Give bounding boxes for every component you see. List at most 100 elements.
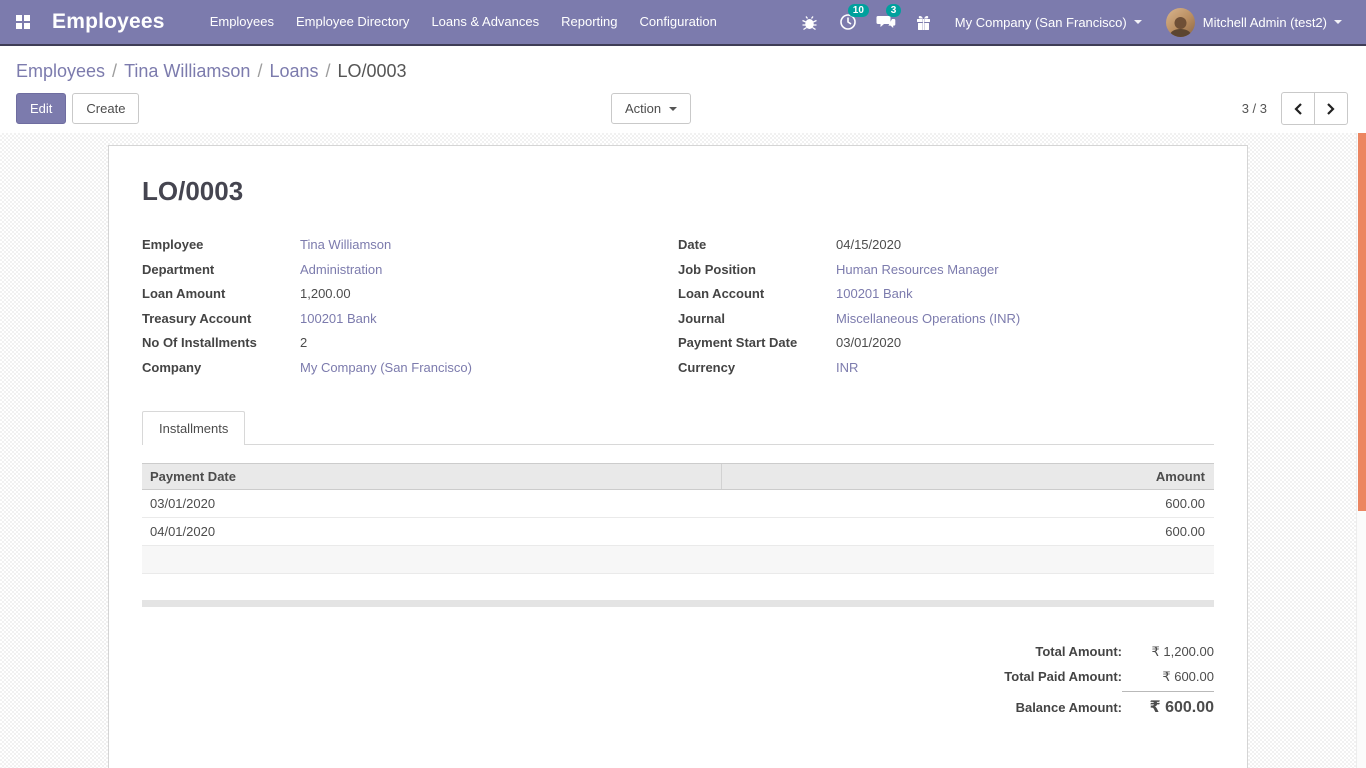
field-employee: Employee Tina Williamson xyxy=(142,233,678,258)
field-label: Date xyxy=(678,233,836,258)
user-menu[interactable]: Mitchell Admin (test2) xyxy=(1156,0,1352,44)
total-paid-amount-value: ₹ 600.00 xyxy=(1122,664,1214,689)
field-label: Department xyxy=(142,258,300,283)
field-treasury-account: Treasury Account 100201 Bank xyxy=(142,307,678,332)
balance-amount-row: Balance Amount: ₹ 600.00 xyxy=(1016,689,1214,720)
app-brand-title[interactable]: Employees xyxy=(52,10,165,34)
messages-count-badge: 3 xyxy=(886,4,902,17)
field-company: Company My Company (San Francisco) xyxy=(142,356,678,381)
company-switcher-label: My Company (San Francisco) xyxy=(955,15,1127,30)
field-journal: Journal Miscellaneous Operations (INR) xyxy=(678,307,1214,332)
breadcrumb-current: LO/0003 xyxy=(338,61,407,81)
table-spacer xyxy=(142,574,1214,600)
messages-chat-icon[interactable]: 3 xyxy=(869,5,903,39)
activities-count-badge: 10 xyxy=(848,4,869,17)
field-label: Loan Amount xyxy=(142,282,300,307)
form-view-background: LO/0003 Employee Tina Williamson Departm… xyxy=(0,133,1356,768)
field-label: No Of Installments xyxy=(142,331,300,356)
apps-grid-icon[interactable] xyxy=(8,7,38,37)
breadcrumb-separator: / xyxy=(105,61,124,81)
debug-bug-icon[interactable] xyxy=(793,5,827,39)
activities-clock-icon[interactable]: 10 xyxy=(831,5,865,39)
column-header-payment-date[interactable]: Payment Date xyxy=(142,464,722,489)
user-menu-label: Mitchell Admin (test2) xyxy=(1203,15,1327,30)
table-header-row: Payment Date Amount xyxy=(142,464,1214,490)
field-department: Department Administration xyxy=(142,258,678,283)
top-navbar: Employees Employees Employee Directory L… xyxy=(0,0,1366,46)
total-paid-amount-label: Total Paid Amount: xyxy=(1004,664,1122,689)
menu-reporting[interactable]: Reporting xyxy=(550,0,628,44)
main-menu: Employees Employee Directory Loans & Adv… xyxy=(199,0,728,44)
field-payment-start-date: Payment Start Date 03/01/2020 xyxy=(678,331,1214,356)
field-job-position: Job Position Human Resources Manager xyxy=(678,258,1214,283)
field-label: Journal xyxy=(678,307,836,332)
field-column-left: Employee Tina Williamson Department Admi… xyxy=(142,233,678,381)
total-amount-label: Total Amount: xyxy=(1035,639,1122,664)
gift-icon[interactable] xyxy=(907,5,941,39)
field-date: Date 04/15/2020 xyxy=(678,233,1214,258)
create-button[interactable]: Create xyxy=(72,93,139,124)
navbar-systray: 10 3 My Company (San Francisco) Mitchell… xyxy=(793,0,1352,44)
field-value-link[interactable]: INR xyxy=(836,356,858,381)
chevron-down-icon xyxy=(1134,20,1142,24)
breadcrumb-tina-williamson[interactable]: Tina Williamson xyxy=(124,61,250,81)
field-value-link[interactable]: 100201 Bank xyxy=(836,282,913,307)
breadcrumb-employees[interactable]: Employees xyxy=(16,61,105,81)
table-row[interactable]: 04/01/2020 600.00 xyxy=(142,518,1214,546)
field-value-link[interactable]: Administration xyxy=(300,258,382,283)
breadcrumb-separator: / xyxy=(250,61,269,81)
control-panel-buttons: Edit Create Action 3 / 3 xyxy=(16,92,1350,125)
chevron-down-icon xyxy=(669,107,677,111)
cell-amount: 600.00 xyxy=(722,490,1214,517)
edit-button[interactable]: Edit xyxy=(16,93,66,124)
field-loan-account: Loan Account 100201 Bank xyxy=(678,282,1214,307)
field-value: 04/15/2020 xyxy=(836,233,901,258)
breadcrumb-loans[interactable]: Loans xyxy=(269,61,318,81)
total-paid-amount-row: Total Paid Amount: ₹ 600.00 xyxy=(1004,664,1214,689)
field-value-link[interactable]: Miscellaneous Operations (INR) xyxy=(836,307,1020,332)
pager-previous-button[interactable] xyxy=(1281,92,1315,125)
totals-section: Total Amount: ₹ 1,200.00 Total Paid Amou… xyxy=(142,639,1214,720)
field-label: Company xyxy=(142,356,300,381)
field-label: Currency xyxy=(678,356,836,381)
column-header-amount[interactable]: Amount xyxy=(722,464,1214,489)
field-value-link[interactable]: Tina Williamson xyxy=(300,233,391,258)
field-value-link[interactable]: Human Resources Manager xyxy=(836,258,999,283)
field-no-of-installments: No Of Installments 2 xyxy=(142,331,678,356)
menu-employees[interactable]: Employees xyxy=(199,0,285,44)
pager-next-button[interactable] xyxy=(1314,92,1348,125)
control-panel: Employees/Tina Williamson/Loans/LO/0003 … xyxy=(0,46,1366,133)
cell-payment-date: 04/01/2020 xyxy=(142,518,722,545)
table-footer-bar xyxy=(142,600,1214,607)
user-avatar xyxy=(1166,8,1195,37)
field-value: 2 xyxy=(300,331,307,356)
company-switcher[interactable]: My Company (San Francisco) xyxy=(945,0,1152,44)
field-currency: Currency INR xyxy=(678,356,1214,381)
field-value-link[interactable]: 100201 Bank xyxy=(300,307,377,332)
menu-employee-directory[interactable]: Employee Directory xyxy=(285,0,420,44)
table-row[interactable]: 03/01/2020 600.00 xyxy=(142,490,1214,518)
breadcrumb: Employees/Tina Williamson/Loans/LO/0003 xyxy=(16,58,1350,84)
action-dropdown-button[interactable]: Action xyxy=(611,93,691,124)
field-loan-amount: Loan Amount 1,200.00 xyxy=(142,282,678,307)
field-group: Employee Tina Williamson Department Admi… xyxy=(142,233,1214,381)
field-value: 1,200.00 xyxy=(300,282,351,307)
field-label: Employee xyxy=(142,233,300,258)
pager-count: 3 / 3 xyxy=(1242,101,1267,116)
vertical-scrollbar-track[interactable] xyxy=(1356,133,1366,768)
breadcrumb-separator: / xyxy=(319,61,338,81)
tab-installments[interactable]: Installments xyxy=(142,411,245,445)
menu-loans-advances[interactable]: Loans & Advances xyxy=(420,0,550,44)
field-column-right: Date 04/15/2020 Job Position Human Resou… xyxy=(678,233,1214,381)
balance-amount-value: ₹ 600.00 xyxy=(1122,691,1214,720)
field-label: Treasury Account xyxy=(142,307,300,332)
field-value-link[interactable]: My Company (San Francisco) xyxy=(300,356,472,381)
notebook-tabs: Installments xyxy=(142,411,1214,445)
cell-payment-date: 03/01/2020 xyxy=(142,490,722,517)
menu-configuration[interactable]: Configuration xyxy=(629,0,728,44)
field-label: Loan Account xyxy=(678,282,836,307)
vertical-scrollbar-thumb[interactable] xyxy=(1358,133,1366,511)
record-title: LO/0003 xyxy=(142,176,1214,207)
pager-buttons xyxy=(1281,92,1348,125)
installments-table: Payment Date Amount 03/01/2020 600.00 04… xyxy=(142,463,1214,607)
